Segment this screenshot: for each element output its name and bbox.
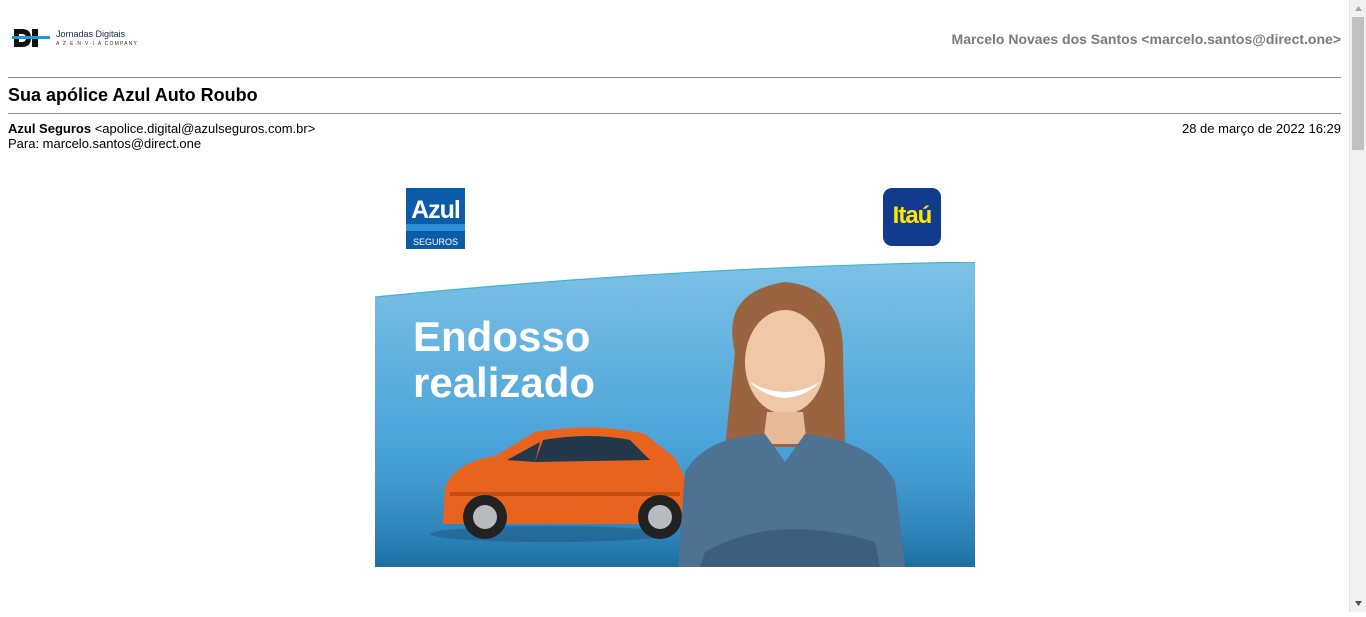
- account-name: Marcelo Novaes dos Santos <marcelo.santo…: [951, 31, 1341, 47]
- banner-title: Endosso realizado: [413, 314, 595, 406]
- banner-title-line-2: realizado: [413, 359, 596, 406]
- itau-logo: Itaú: [883, 188, 941, 246]
- triangle-down-icon: [1355, 601, 1362, 606]
- azul-logo-band: [406, 224, 465, 231]
- email-print-view: Jornadas Digitais A Z·E·N·V·I·A COMPANY …: [0, 0, 1349, 612]
- azul-logo-sub: SEGUROS: [412, 237, 458, 247]
- azul-seguros-logo: Azul SEGUROS: [406, 188, 465, 249]
- brand-tagline: A Z·E·N·V·I·A COMPANY: [56, 40, 139, 47]
- scrollbar-thumb[interactable]: [1352, 17, 1364, 150]
- divider: [8, 113, 1341, 114]
- vertical-scrollbar[interactable]: [1349, 0, 1366, 612]
- scroll-up-button[interactable]: [1350, 0, 1366, 17]
- brand-logo: Jornadas Digitais A Z·E·N·V·I·A COMPANY: [12, 26, 138, 50]
- sender-line: Azul Seguros <apolice.digital@azulseguro…: [8, 121, 315, 136]
- sender-address: <apolice.digital@azulseguros.com.br>: [94, 121, 316, 136]
- email-subject: Sua apólice Azul Auto Roubo: [8, 85, 258, 105]
- email-meta: Azul Seguros <apolice.digital@azulseguro…: [8, 121, 315, 151]
- divider: [8, 77, 1341, 78]
- sender-name: Azul Seguros: [8, 121, 92, 136]
- brand-name: Jornadas Digitais: [56, 28, 126, 39]
- recipient-line: Para: marcelo.santos@direct.one: [8, 136, 202, 151]
- scroll-down-button[interactable]: [1350, 595, 1366, 612]
- banner-title-line-1: Endosso: [413, 313, 591, 360]
- endorsement-banner: [375, 262, 975, 567]
- triangle-up-icon: [1355, 6, 1362, 11]
- dj-logo-icon: [12, 29, 50, 47]
- email-date: 28 de março de 2022 16:29: [1181, 121, 1341, 136]
- azul-logo-word: Azul: [411, 196, 461, 224]
- itau-logo-word: Itaú: [892, 202, 933, 229]
